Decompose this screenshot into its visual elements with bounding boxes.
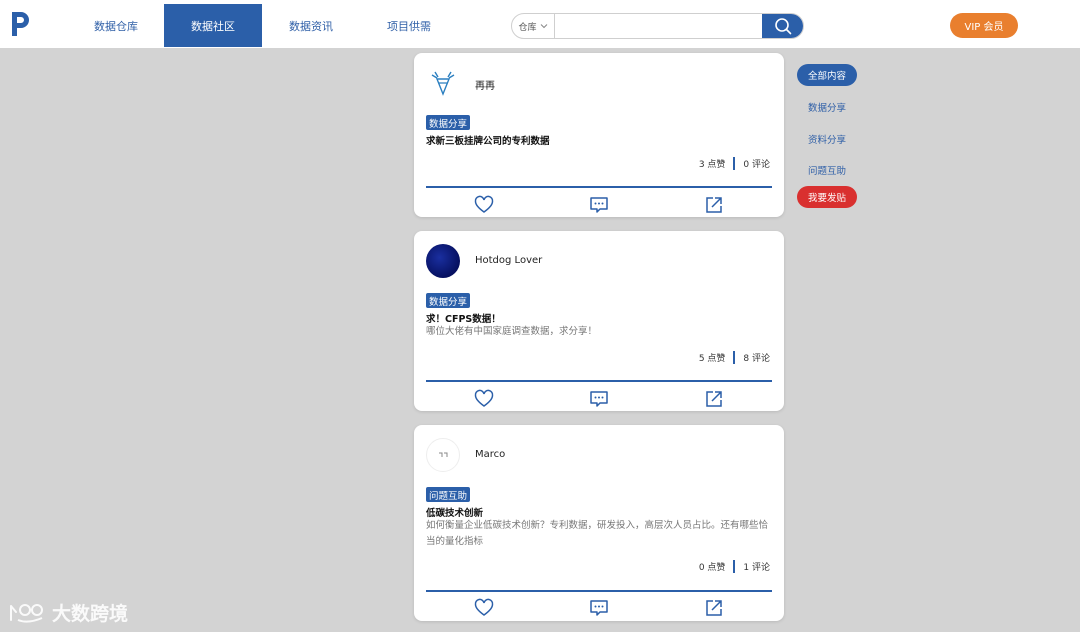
heart-icon[interactable] [474,598,494,618]
heart-icon[interactable] [474,389,494,409]
like-count: 5 点赞 [698,354,726,364]
heart-icon[interactable] [474,195,494,215]
site-logo[interactable] [8,10,32,38]
nav-item-data-community[interactable]: 数据社区 [164,4,262,47]
avatar[interactable] [426,438,460,472]
vip-member-button[interactable]: VIP 会员 [950,13,1018,38]
post-title[interactable]: 低碳技术创新 [426,505,483,519]
post-tag[interactable]: 问题互助 [426,487,471,502]
search-scope-select[interactable]: 仓库 [512,14,555,38]
nav-item-data-news[interactable]: 数据资讯 [262,4,360,47]
share-icon[interactable] [704,389,724,409]
nav-item-project-supply[interactable]: 项目供需 [360,4,458,47]
post-stats: 5 点赞 8 评论 [699,351,770,364]
sidebar-item-material-sharing[interactable]: 资料分享 [797,128,857,150]
comment-icon[interactable] [589,195,609,215]
post-title[interactable]: 求新三板挂牌公司的专利数据 [426,133,550,147]
comment-icon[interactable] [589,598,609,618]
share-icon[interactable] [704,598,724,618]
post-tag[interactable]: 数据分享 [426,293,471,308]
deer-logo-icon [431,71,455,96]
post-card: Hotdog Lover 数据分享 求！CFPS数据！ 哪位大佬有中国家庭调查数… [414,231,784,411]
search-scope-label: 仓库 [518,22,537,33]
top-header: 数据仓库 数据社区 数据资讯 项目供需 仓库 VIP 会员 [0,0,1080,48]
post-title[interactable]: 求！CFPS数据！ [426,311,501,325]
stats-divider [733,351,736,364]
post-stats: 0 点赞 1 评论 [699,560,770,573]
card-divider [426,590,772,592]
post-tag[interactable]: 数据分享 [426,115,471,130]
avatar[interactable] [426,244,460,278]
sidebar-item-all-content[interactable]: 全部内容 [797,64,857,86]
post-card: Marco 问题互助 低碳技术创新 如何衡量企业低碳技术创新？专利数据，研发投入… [414,425,784,621]
search-input[interactable] [555,14,763,38]
search-bar: 仓库 [511,13,804,39]
post-description: 如何衡量企业低碳技术创新？专利数据，研发投入，高层次人员占比。还有哪些恰当的量化… [426,520,769,547]
comment-count: 8 评论 [743,354,770,364]
stats-divider [733,560,736,573]
new-post-button[interactable]: 我要发贴 [797,186,857,208]
avatar[interactable] [426,66,460,100]
comment-icon[interactable] [589,389,609,409]
comment-count: 1 评论 [743,563,770,573]
avatar-placeholder-icon [439,452,448,457]
post-card: 再再 数据分享 求新三板挂牌公司的专利数据 3 点赞 0 评论 [414,53,784,217]
watermark-text: 大数跨境 [52,602,129,625]
post-author[interactable]: Hotdog Lover [475,255,542,266]
post-author[interactable]: 再再 [475,77,495,92]
comment-count: 0 评论 [743,160,770,170]
card-divider [426,186,772,188]
watermark: 大数跨境 [8,598,128,626]
like-count: 0 点赞 [698,563,726,573]
watermark-logo-icon [10,604,43,623]
post-author[interactable]: Marco [475,449,505,460]
like-count: 3 点赞 [698,160,726,170]
search-button[interactable] [762,14,803,38]
card-divider [426,380,772,382]
sidebar-item-qa-help[interactable]: 问题互助 [797,159,857,181]
chevron-down-icon [540,24,547,29]
sidebar-item-data-sharing[interactable]: 数据分享 [797,96,857,118]
post-description: 哪位大佬有中国家庭调查数据，求分享！ [426,326,598,337]
share-icon[interactable] [704,195,724,215]
search-icon [774,18,791,35]
nav-item-data-warehouse[interactable]: 数据仓库 [67,4,165,47]
post-stats: 3 点赞 0 评论 [699,157,770,170]
stats-divider [733,157,736,170]
